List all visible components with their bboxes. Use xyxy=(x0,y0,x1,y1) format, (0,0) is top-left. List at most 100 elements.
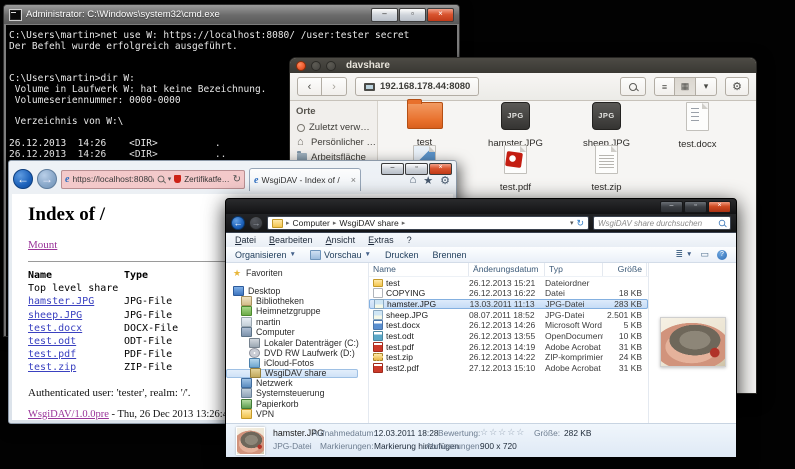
forward-button[interactable]: → xyxy=(249,216,263,230)
chevron-right-icon[interactable]: ▸ xyxy=(286,219,290,227)
file-row-test-odt[interactable]: test.odt26.12.2013 13:55OpenDocument T…1… xyxy=(369,331,648,341)
minimize-button[interactable]: – xyxy=(660,201,683,213)
column-header-type[interactable]: Typ xyxy=(545,263,603,276)
address-bar[interactable]: e https://localhost:8080/ ▾ Zertifikatfe… xyxy=(61,170,245,189)
address-dropdown-chevron[interactable]: ▾ xyxy=(570,219,574,227)
file-row-hamster-jpg[interactable]: hamster.JPG13.03.2011 11:13JPG-Datei283 … xyxy=(369,299,648,309)
sidebar-item-zuletzt-verw[interactable]: Zuletzt verw… xyxy=(290,120,377,135)
change-view-button[interactable]: ≣ ▼ xyxy=(676,249,693,260)
menu-item-[interactable]: ? xyxy=(407,235,412,245)
wsgidav-version-link[interactable]: WsgiDAV/1.0.0pre xyxy=(28,409,109,420)
menu-item-bearbeiten[interactable]: Bearbeiten xyxy=(269,235,313,245)
back-button[interactable]: ← xyxy=(231,216,245,230)
grid-view-button[interactable]: ▦ xyxy=(675,77,696,96)
sidebar-item-icloud-fotos[interactable]: iCloud-Fotos xyxy=(226,358,368,368)
search-icon[interactable] xyxy=(157,176,164,183)
chevron-right-icon[interactable]: ▸ xyxy=(402,219,406,227)
sidebar-item-computer[interactable]: Computer xyxy=(226,327,368,337)
breadcrumb-computer[interactable]: Computer xyxy=(293,218,330,228)
file-link-test-pdf[interactable]: test.pdf xyxy=(28,348,124,361)
menu-item-ansicht[interactable]: Ansicht xyxy=(326,235,356,245)
file-link-test-docx[interactable]: test.docx xyxy=(28,322,124,335)
sidebar-item-vpn[interactable]: VPN xyxy=(226,409,368,419)
maximize-button[interactable]: ▫ xyxy=(684,201,707,213)
location-button[interactable]: 192.168.178.44:8080 xyxy=(355,77,479,96)
rating-stars[interactable]: ☆☆☆☆☆ xyxy=(480,427,525,438)
settings-gear-icon[interactable]: ⚙ xyxy=(440,174,450,187)
file-link-test-odt[interactable]: test.odt xyxy=(28,335,124,348)
column-header-date[interactable]: Änderungsdatum xyxy=(469,263,545,276)
preview-pane-button[interactable]: ▭ xyxy=(700,249,709,260)
sidebar-item-desktop[interactable]: Desktop xyxy=(226,285,368,295)
sidebar-item-bibliotheken[interactable]: Bibliotheken xyxy=(226,296,368,306)
cmd-titlebar[interactable]: Administrator: C:\Windows\system32\cmd.e… xyxy=(4,5,459,24)
maximize-button[interactable] xyxy=(326,61,336,71)
file-link-sheep-jpg[interactable]: sheep.JPG xyxy=(28,309,124,322)
grid-file-test[interactable]: test xyxy=(379,102,470,148)
file-row-sheep-jpg[interactable]: sheep.JPG08.07.2011 18:52JPG-Datei2.501 … xyxy=(369,310,648,320)
back-button[interactable]: ‹ xyxy=(297,77,322,96)
home-icon[interactable]: ⌂ xyxy=(410,174,417,187)
refresh-icon[interactable]: ↻ xyxy=(233,174,241,185)
close-button[interactable] xyxy=(296,61,306,71)
grid-file-test-zip[interactable]: test.zip xyxy=(561,145,652,193)
organize-button[interactable]: Organisieren ▼ xyxy=(235,250,296,260)
close-button[interactable]: × xyxy=(708,201,731,213)
grid-file-sheep-jpg[interactable]: sheep.JPG xyxy=(561,102,652,149)
forward-button[interactable]: → xyxy=(37,169,57,189)
tab-close-icon[interactable]: × xyxy=(351,175,356,185)
sidebar-item-lokaler-datentr-ger-c[interactable]: Lokaler Datenträger (C:) xyxy=(226,337,368,347)
sidebar-item-martin[interactable]: martin xyxy=(226,317,368,327)
file-link-hamster-jpg[interactable]: hamster.JPG xyxy=(28,295,124,308)
sidebar-item-systemsteuerung[interactable]: Systemsteuerung xyxy=(226,388,368,398)
sidebar-item-wsgidav-share[interactable]: WsgiDAV share xyxy=(226,369,358,378)
close-button[interactable]: × xyxy=(427,8,454,22)
nautilus-titlebar[interactable]: davshare xyxy=(290,58,756,73)
mount-link[interactable]: Mount xyxy=(28,239,57,251)
minimize-button[interactable]: – xyxy=(371,8,398,22)
file-name: test.odt xyxy=(386,331,414,341)
help-icon[interactable]: ? xyxy=(717,250,727,260)
sidebar-item-heimnetzgruppe[interactable]: Heimnetzgruppe xyxy=(226,306,368,316)
file-row-test2-pdf[interactable]: test2.pdf27.12.2013 15:10Adobe Acrobat D… xyxy=(369,363,648,373)
sidebar-item-dvd-rw-laufwerk-d[interactable]: DVD RW Laufwerk (D:) xyxy=(226,348,368,358)
burn-button[interactable]: Brennen xyxy=(432,250,466,260)
column-header-size[interactable]: Größe xyxy=(603,263,647,276)
breadcrumb[interactable]: ▸ Computer ▸ WsgiDAV share ▸ ▾ ↻ xyxy=(267,216,589,230)
chevron-right-icon[interactable]: ▸ xyxy=(333,219,337,227)
menu-item-datei[interactable]: Datei xyxy=(235,235,256,245)
sidebar-item-papierkorb[interactable]: Papierkorb xyxy=(226,399,368,409)
list-view-button[interactable]: ≡ xyxy=(654,77,675,96)
file-row-copying[interactable]: COPYING26.12.2013 16:22Datei18 KB xyxy=(369,288,648,298)
grid-file-hamster-jpg[interactable]: hamster.JPG xyxy=(470,102,561,149)
maximize-button[interactable]: ▫ xyxy=(399,8,426,22)
grid-file-test-pdf[interactable]: test.pdf xyxy=(470,145,561,193)
certificate-error-button[interactable]: Zertifikatfe… xyxy=(184,175,229,184)
grid-file-test-docx[interactable]: test.docx xyxy=(652,102,743,150)
print-button[interactable]: Drucken xyxy=(385,250,419,260)
gear-menu-button[interactable]: ⚙ xyxy=(725,77,749,96)
explorer-titlebar[interactable]: – ▫ × xyxy=(226,199,736,214)
file-link-test-zip[interactable]: test.zip xyxy=(28,361,124,374)
minimize-button[interactable] xyxy=(311,61,321,71)
menu-item-extras[interactable]: Extras xyxy=(368,235,394,245)
refresh-icon[interactable]: ↻ xyxy=(576,218,584,229)
browser-tab[interactable]: e WsgiDAV - Index of / × xyxy=(249,168,361,191)
forward-button[interactable]: › xyxy=(322,77,347,96)
sidebar-item-pers-nlicher[interactable]: Persönlicher … xyxy=(290,135,377,150)
breadcrumb-wsgidav-share[interactable]: WsgiDAV share xyxy=(339,218,398,228)
search-box[interactable]: WsgiDAV share durchsuchen xyxy=(593,216,731,230)
sidebar-item-favoriten[interactable]: ★Favoriten xyxy=(226,268,368,278)
file-row-test-docx[interactable]: test.docx26.12.2013 14:26Microsoft Word … xyxy=(369,320,648,330)
file-row-test-zip[interactable]: test.zip26.12.2013 14:22ZIP-komprimierte… xyxy=(369,352,648,362)
file-row-test[interactable]: test26.12.2013 15:21Dateiordner xyxy=(369,278,648,288)
file-row-test-pdf[interactable]: test.pdf26.12.2013 14:19Adobe Acrobat D…… xyxy=(369,342,648,352)
preview-button[interactable]: Vorschau ▼ xyxy=(310,250,371,260)
search-button[interactable] xyxy=(620,77,646,96)
view-options-chevron[interactable]: ▾ xyxy=(696,77,717,96)
favorites-star-icon[interactable]: ★ xyxy=(423,174,433,187)
address-dropdown-chevron[interactable]: ▾ xyxy=(168,175,172,183)
back-button[interactable]: ← xyxy=(13,169,33,189)
column-header-name[interactable]: Name xyxy=(369,263,469,276)
sidebar-item-netzwerk[interactable]: Netzwerk xyxy=(226,378,368,388)
